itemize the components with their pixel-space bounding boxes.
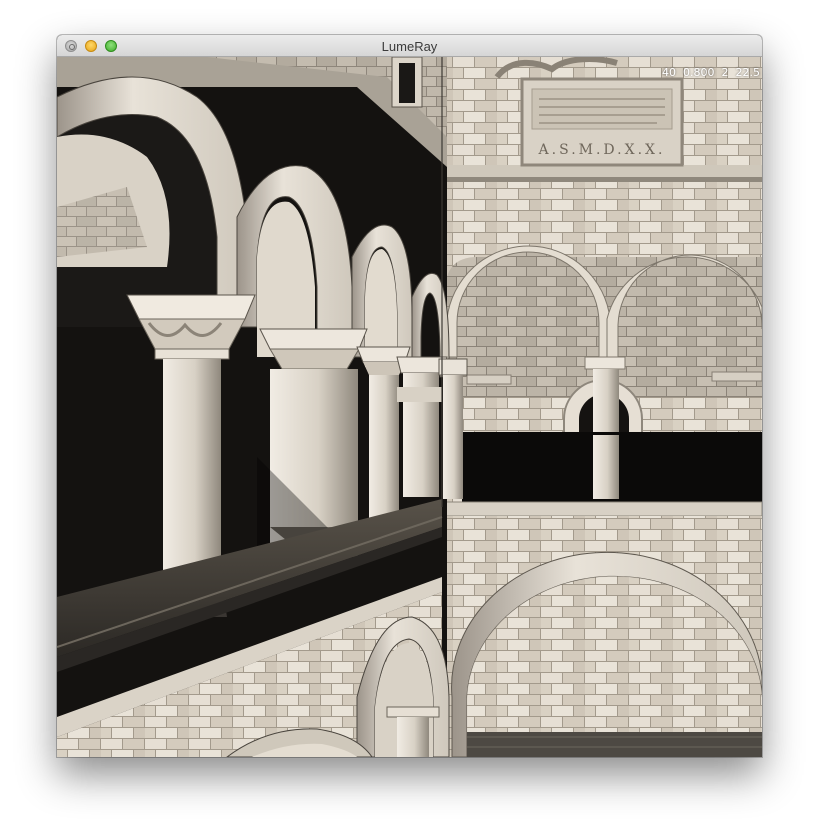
rendered-scene: A.S.M.D.X.X.	[57, 57, 762, 757]
render-viewport[interactable]: A.S.M.D.X.X. 40 0.800 2 22.5	[57, 57, 762, 757]
loggia-column-5	[438, 358, 468, 499]
window-title: LumeRay	[381, 39, 438, 54]
loggia-arch-3	[351, 224, 413, 368]
upper-cornice	[442, 165, 762, 179]
render-stats-overlay: 40 0.800 2 22.5	[662, 66, 760, 79]
right-balustrade-ledge	[441, 501, 762, 517]
title-bar[interactable]: LumeRay	[57, 35, 762, 57]
plaque-inscription: A.S.M.D.X.X.	[538, 142, 666, 158]
app-window: LumeRay A.S.M.D.X.X. 40 0.800 2 22.5	[57, 35, 762, 757]
